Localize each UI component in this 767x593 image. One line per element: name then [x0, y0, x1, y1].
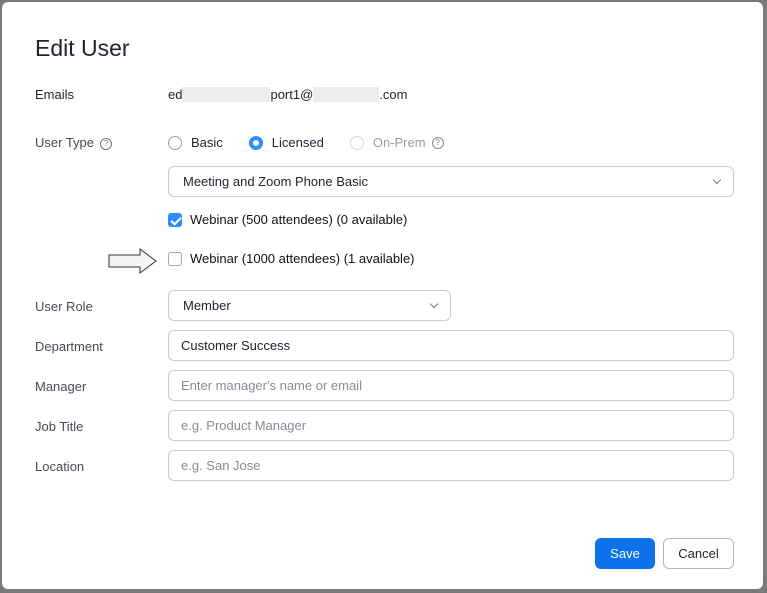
location-input[interactable]	[168, 450, 734, 481]
plan-select-value: Meeting and Zoom Phone Basic	[183, 174, 368, 189]
help-icon[interactable]: ?	[431, 136, 444, 149]
radio-button[interactable]	[248, 135, 263, 150]
radio-label: Licensed	[271, 135, 324, 150]
addon-webinar-1000[interactable]: Webinar (1000 attendees) (1 available)	[168, 251, 415, 266]
radio-licensed[interactable]: Licensed	[248, 135, 324, 150]
user-type-label: User Type?	[35, 135, 113, 150]
manager-label: Manager	[35, 379, 87, 394]
job-title-input[interactable]	[168, 410, 734, 441]
emails-value: ed port1@ .com	[168, 87, 407, 102]
radio-basic[interactable]: Basic	[168, 135, 223, 150]
addon-webinar-500[interactable]: Webinar (500 attendees) (0 available)	[168, 212, 407, 227]
emails-label: Emails	[35, 87, 75, 102]
user-role-select[interactable]: Member	[168, 290, 451, 321]
checkbox[interactable]	[168, 212, 182, 227]
save-button[interactable]: Save	[595, 538, 655, 569]
email-part-suffix: .com	[379, 87, 408, 102]
plan-select[interactable]: Meeting and Zoom Phone Basic	[168, 166, 734, 197]
email-part-prefix: ed	[168, 87, 183, 102]
arrow-right-icon	[108, 248, 157, 274]
edit-user-dialog: Edit User Emails ed port1@ .com User Type?…	[2, 2, 763, 589]
chevron-down-icon	[429, 299, 439, 308]
chevron-down-icon	[712, 175, 722, 184]
user-type-label-text: User Type	[35, 135, 95, 150]
radio-label: Basic	[191, 135, 223, 150]
email-redaction	[182, 87, 271, 102]
department-input[interactable]	[168, 330, 734, 361]
dialog-title: Edit User	[35, 35, 130, 61]
radio-label: On-Prem	[372, 135, 426, 150]
location-label: Location	[35, 459, 85, 474]
checkbox-label: Webinar (1000 attendees) (1 available)	[190, 251, 415, 266]
radio-button[interactable]	[168, 135, 182, 150]
manager-input[interactable]	[168, 370, 734, 401]
job-title-label: Job Title	[35, 419, 84, 434]
email-part-middle: port1@	[270, 87, 314, 102]
radio-button	[349, 135, 364, 150]
checkbox[interactable]	[168, 251, 182, 266]
checkbox-label: Webinar (500 attendees) (0 available)	[190, 212, 408, 227]
radio-on-prem: On-Prem ?	[349, 135, 444, 150]
help-icon[interactable]: ?	[100, 138, 113, 150]
department-label: Department	[35, 339, 103, 354]
user-role-label: User Role	[35, 299, 93, 314]
email-redaction	[313, 87, 380, 102]
cancel-button[interactable]: Cancel	[663, 538, 734, 569]
user-type-radio-group: Basic Licensed On-Prem ?	[168, 135, 470, 150]
user-role-value: Member	[183, 298, 231, 313]
